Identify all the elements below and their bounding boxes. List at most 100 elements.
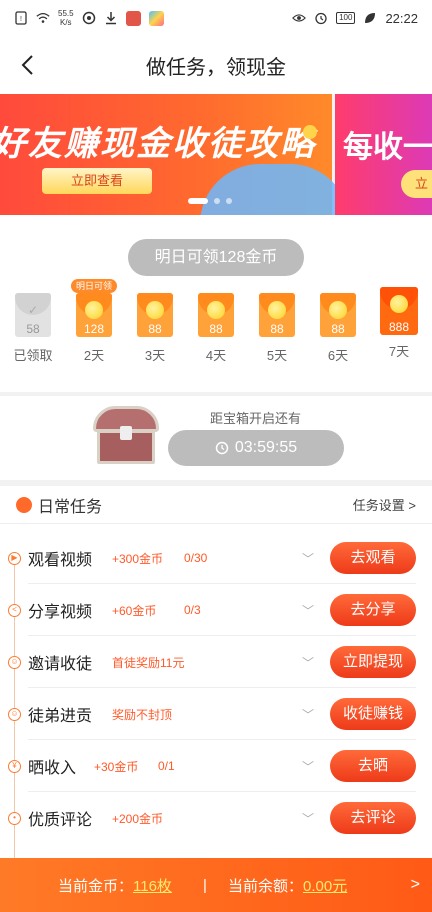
coin-icon [329, 301, 347, 319]
coins-value[interactable]: 116枚 [133, 878, 172, 895]
page-title: 做任务，领现金 [146, 56, 286, 79]
red-envelope: 88 [198, 293, 234, 337]
play-icon: ▶ [8, 551, 21, 565]
chevron-down-icon[interactable]: ﹀ [302, 758, 314, 775]
treasure-chest-section: 距宝箱开启还有 03:59:55 [0, 396, 432, 480]
coin-icon [85, 301, 103, 319]
carousel-indicator [188, 198, 232, 204]
task-reward: 奖励不封顶 [112, 707, 173, 722]
footer-separator: | [203, 876, 207, 894]
task-name: 徒弟进贡 [28, 708, 93, 725]
banner2-headline: 每收一 [343, 131, 432, 164]
yen-icon: ¥ [8, 759, 21, 773]
chest-caption: 距宝箱开启还有 [210, 411, 302, 426]
red-envelope: 88 [137, 293, 173, 337]
daily-checkin-section: 明日可领128金币 ✓ 58 已领取 明日可领 128 2天 88 3天 88 … [0, 215, 432, 392]
balance-value[interactable]: 0.00元 [303, 878, 347, 895]
carousel-dot [214, 198, 220, 204]
banner-illustration [200, 164, 350, 215]
current-balance: 当前余额：0.00元 [228, 877, 348, 895]
leaf-icon [365, 13, 376, 23]
tasks-header: 日常任务 任务设置 > [0, 486, 432, 524]
banner-view-now-button[interactable]: 立即查看 [42, 168, 152, 194]
task-reward: +30金币 [94, 759, 139, 774]
go-watch-button[interactable]: 去观看 [330, 542, 416, 574]
treasure-chest-icon[interactable] [93, 404, 159, 464]
check-icon: ✓ [27, 303, 39, 317]
recruit-earn-button[interactable]: 收徒赚钱 [330, 698, 416, 730]
task-reward: 首徒奖励11元 [112, 655, 185, 670]
task-row-apprentice-tribute: ☺ 徒弟进贡 奖励不封顶 ﹀ 收徒赚钱 [0, 688, 432, 740]
promo-banner-carousel[interactable]: 好友赚现金收徒攻略 立即查看 每收一 立 [0, 94, 432, 215]
banner2-button[interactable]: 立 [401, 170, 432, 198]
daily-tasks-section: 日常任务 任务设置 > ▶ 观看视频 +300金币 0/30 ﹀ 去观看 < 分… [0, 486, 432, 872]
task-reward: +60金币 [112, 603, 157, 618]
checkin-day-1: ✓ 58 已领取 [8, 293, 58, 364]
chevron-right-icon[interactable]: > [411, 876, 420, 894]
battery-indicator: 100 [336, 12, 356, 24]
checkin-day-6: 88 6天 [313, 293, 363, 364]
red-envelope-claimed: ✓ 58 [15, 293, 51, 337]
checkin-day-4: 88 4天 [191, 293, 241, 364]
app-colorful-icon [148, 10, 164, 26]
task-row-show-income: ¥ 晒收入 +30金币 0/1 ﹀ 去晒 [0, 740, 432, 792]
task-progress: 0/1 [158, 759, 175, 773]
task-settings-link[interactable]: 任务设置 > [353, 495, 416, 514]
wallet-footer-bar[interactable]: 当前金币：116枚 | 当前余额：0.00元 > [0, 858, 432, 912]
go-share-button[interactable]: 去分享 [330, 594, 416, 626]
tomorrow-reward-pill: 明日可领128金币 [128, 239, 304, 276]
checkin-day-label: 已领取 [13, 348, 53, 363]
red-envelope: 88 [320, 293, 356, 337]
coin-decoration-icon [303, 125, 317, 139]
task-row-watch-video: ▶ 观看视频 +300金币 0/30 ﹀ 去观看 [0, 532, 432, 584]
checkin-day-5: 88 5天 [252, 293, 302, 364]
go-show-button[interactable]: 去晒 [330, 750, 416, 782]
task-name: 分享视频 [28, 604, 93, 621]
task-row-invite: ☺ 邀请收徒 首徒奖励11元 ﹀ 立即提现 [0, 636, 432, 688]
coin-icon [207, 301, 225, 319]
coin-icon [146, 301, 164, 319]
red-envelope: 128 [76, 293, 112, 337]
chevron-down-icon[interactable]: ﹀ [302, 654, 314, 671]
checkin-day-3: 88 3天 [130, 293, 180, 364]
current-coins: 当前金币：116枚 [58, 877, 172, 895]
comment-icon: • [8, 811, 21, 825]
task-reward: +300金币 [112, 551, 164, 566]
banner-slide-next[interactable]: 每收一 立 [335, 94, 432, 215]
withdraw-now-button[interactable]: 立即提现 [330, 646, 416, 678]
task-progress: 0/30 [184, 551, 208, 565]
countdown-text: 03:59:55 [234, 439, 298, 456]
task-name: 观看视频 [28, 552, 93, 569]
alarm-icon [315, 12, 327, 25]
go-comment-button[interactable]: 去评论 [330, 802, 416, 834]
banner-slide-invite-guide[interactable]: 好友赚现金收徒攻略 立即查看 [0, 94, 350, 215]
clock: 22:22 [385, 10, 418, 26]
back-button[interactable] [12, 50, 42, 80]
chevron-down-icon[interactable]: ﹀ [302, 550, 314, 567]
status-bar: ! 55.5 K/s 100 22:22 [0, 0, 432, 36]
task-name: 优质评论 [28, 812, 93, 829]
net-speed: 55.5 K/s [58, 9, 74, 27]
coin-icon [268, 301, 286, 319]
app-notification-icon [82, 11, 95, 25]
chevron-left-icon [21, 55, 33, 75]
task-name: 邀请收徒 [28, 656, 93, 673]
nav-bar: 做任务，领现金 [0, 36, 432, 94]
task-reward: +200金币 [112, 811, 164, 826]
checkin-day-7: 888 7天 [374, 287, 424, 360]
task-progress: 0/3 [184, 603, 201, 617]
share-icon: < [8, 603, 21, 617]
red-envelope-big: 888 [380, 287, 418, 335]
task-row-share-video: < 分享视频 +60金币 0/3 ﹀ 去分享 [0, 584, 432, 636]
checkin-day-2[interactable]: 明日可领 128 2天 [69, 279, 119, 364]
chevron-down-icon[interactable]: ﹀ [302, 602, 314, 619]
chevron-down-icon[interactable]: ﹀ [302, 706, 314, 723]
svg-text:!: ! [20, 16, 22, 23]
chevron-down-icon[interactable]: ﹀ [302, 810, 314, 827]
sim-icon: ! [15, 11, 27, 25]
task-name: 晒收入 [28, 760, 77, 777]
lock-icon [120, 426, 132, 440]
carousel-dot [226, 198, 232, 204]
wifi-icon [36, 12, 50, 23]
banner-headline: 好友赚现金收徒攻略 [0, 125, 316, 163]
